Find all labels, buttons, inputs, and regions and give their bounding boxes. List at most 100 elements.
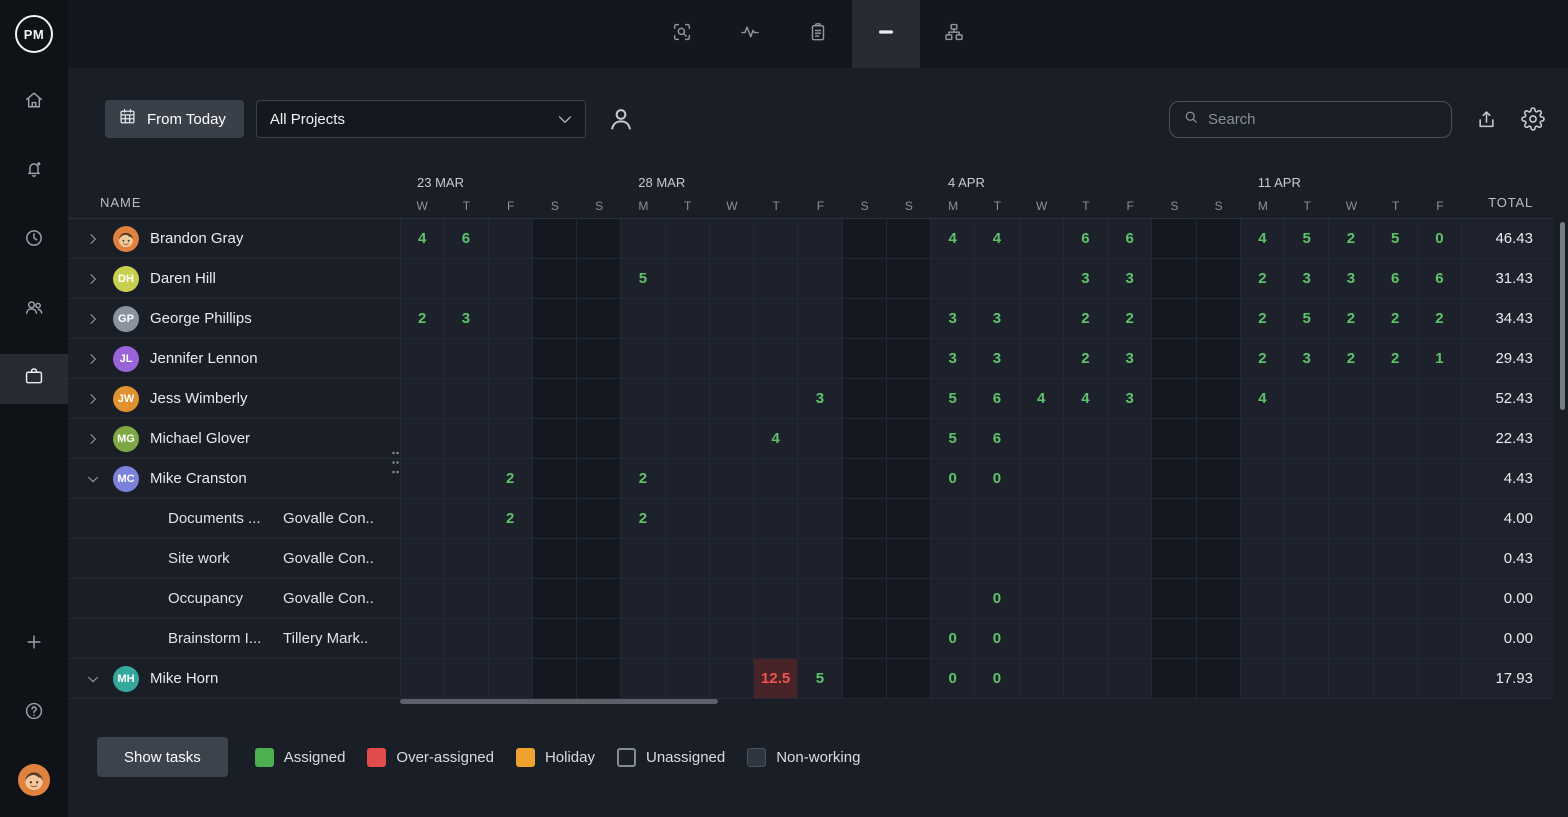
day-cell[interactable] (1374, 579, 1418, 619)
day-cell[interactable] (533, 619, 577, 659)
allocation-cell[interactable]: 3 (444, 299, 488, 339)
day-cell[interactable] (754, 499, 798, 539)
allocation-cell[interactable]: 0 (975, 459, 1019, 499)
day-cell[interactable] (843, 339, 887, 379)
day-cell[interactable] (533, 339, 577, 379)
person-name-cell[interactable]: JWJess Wimberly (68, 379, 400, 419)
day-cell[interactable] (887, 299, 931, 339)
day-cell[interactable] (754, 459, 798, 499)
allocation-cell[interactable]: 5 (621, 259, 665, 299)
day-cell[interactable] (1329, 619, 1373, 659)
day-cell[interactable] (666, 459, 710, 499)
tab-workload[interactable] (852, 0, 920, 68)
day-cell[interactable] (1374, 499, 1418, 539)
allocation-cell[interactable]: 0 (931, 619, 975, 659)
from-today-button[interactable]: From Today (105, 100, 244, 138)
chevron-right-icon[interactable] (85, 431, 101, 447)
day-cell[interactable] (489, 659, 533, 699)
allocation-cell[interactable]: 2 (621, 459, 665, 499)
day-cell[interactable] (489, 379, 533, 419)
person-name-cell[interactable]: MGMichael Glover (68, 419, 400, 459)
day-cell[interactable] (1020, 259, 1064, 299)
day-cell[interactable] (843, 219, 887, 259)
allocation-cell[interactable]: 2 (1108, 299, 1152, 339)
day-cell[interactable] (1285, 459, 1329, 499)
day-cell[interactable] (843, 619, 887, 659)
day-cell[interactable] (754, 539, 798, 579)
day-cell[interactable] (489, 579, 533, 619)
allocation-cell[interactable]: 5 (1374, 219, 1418, 259)
day-cell[interactable] (400, 419, 444, 459)
day-cell[interactable] (400, 459, 444, 499)
day-cell[interactable] (666, 659, 710, 699)
sidebar-item-projects[interactable] (0, 344, 68, 413)
allocation-cell[interactable]: 1 (1418, 339, 1462, 379)
allocation-cell[interactable]: 6 (975, 419, 1019, 459)
allocation-cell[interactable]: 6 (975, 379, 1019, 419)
day-cell[interactable] (1197, 419, 1241, 459)
day-cell[interactable] (1064, 579, 1108, 619)
day-cell[interactable] (1285, 379, 1329, 419)
allocation-cell[interactable]: 5 (1285, 299, 1329, 339)
day-cell[interactable] (798, 579, 842, 619)
day-cell[interactable] (754, 579, 798, 619)
day-cell[interactable] (798, 499, 842, 539)
day-cell[interactable] (1152, 419, 1196, 459)
allocation-cell[interactable]: 0 (931, 459, 975, 499)
chevron-right-icon[interactable] (85, 351, 101, 367)
allocation-cell[interactable]: 6 (1064, 219, 1108, 259)
allocation-cell[interactable]: 3 (931, 299, 975, 339)
allocation-cell[interactable]: 6 (1418, 259, 1462, 299)
day-cell[interactable] (1374, 419, 1418, 459)
day-cell[interactable] (1152, 339, 1196, 379)
day-cell[interactable] (1241, 659, 1285, 699)
day-cell[interactable] (1241, 539, 1285, 579)
day-cell[interactable] (400, 659, 444, 699)
day-cell[interactable] (710, 659, 754, 699)
day-cell[interactable] (533, 459, 577, 499)
day-cell[interactable] (1152, 499, 1196, 539)
allocation-cell[interactable]: 12.5 (754, 659, 798, 699)
day-cell[interactable] (1329, 379, 1373, 419)
day-cell[interactable] (931, 259, 975, 299)
day-cell[interactable] (1418, 379, 1462, 419)
day-cell[interactable] (577, 499, 621, 539)
day-cell[interactable] (1285, 419, 1329, 459)
allocation-cell[interactable]: 0 (975, 659, 1019, 699)
day-cell[interactable] (577, 619, 621, 659)
day-cell[interactable] (666, 299, 710, 339)
day-cell[interactable] (710, 339, 754, 379)
day-cell[interactable] (1374, 539, 1418, 579)
day-cell[interactable] (887, 499, 931, 539)
day-cell[interactable] (887, 259, 931, 299)
day-cell[interactable] (489, 219, 533, 259)
day-cell[interactable] (1020, 499, 1064, 539)
allocation-cell[interactable]: 3 (1108, 379, 1152, 419)
person-name-cell[interactable]: DHDaren Hill (68, 259, 400, 299)
day-cell[interactable] (1020, 659, 1064, 699)
day-cell[interactable] (533, 659, 577, 699)
allocation-cell[interactable]: 4 (400, 219, 444, 259)
day-cell[interactable] (1020, 339, 1064, 379)
day-cell[interactable] (798, 539, 842, 579)
day-cell[interactable] (444, 499, 488, 539)
day-cell[interactable] (843, 259, 887, 299)
allocation-cell[interactable]: 3 (1329, 259, 1373, 299)
chevron-right-icon[interactable] (85, 391, 101, 407)
day-cell[interactable] (1418, 419, 1462, 459)
day-cell[interactable] (1329, 419, 1373, 459)
day-cell[interactable] (1285, 499, 1329, 539)
day-cell[interactable] (1285, 619, 1329, 659)
day-cell[interactable] (843, 419, 887, 459)
day-cell[interactable] (489, 299, 533, 339)
day-cell[interactable] (577, 419, 621, 459)
person-name-cell[interactable]: MCMike Cranston (68, 459, 400, 499)
allocation-cell[interactable]: 3 (975, 299, 1019, 339)
day-cell[interactable] (444, 259, 488, 299)
day-cell[interactable] (1108, 619, 1152, 659)
day-cell[interactable] (710, 219, 754, 259)
day-cell[interactable] (843, 299, 887, 339)
day-cell[interactable] (666, 419, 710, 459)
day-cell[interactable] (400, 339, 444, 379)
allocation-cell[interactable]: 3 (1108, 339, 1152, 379)
